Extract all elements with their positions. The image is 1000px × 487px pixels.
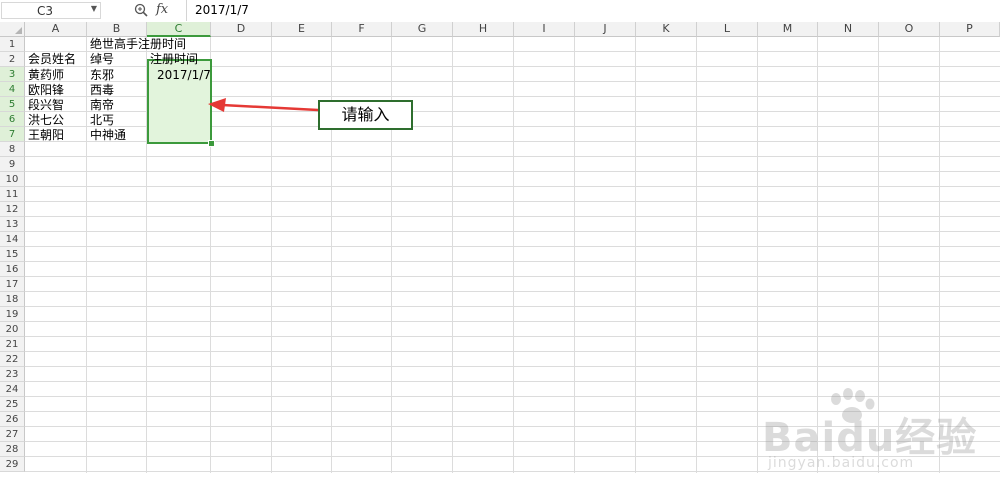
cell-b7[interactable]: 中神通 bbox=[90, 129, 126, 142]
row-header-10[interactable]: 10 bbox=[0, 172, 25, 187]
column-header-m[interactable]: M bbox=[758, 22, 818, 37]
cell-a7[interactable]: 王朝阳 bbox=[28, 129, 64, 142]
row-header-21[interactable]: 21 bbox=[0, 337, 25, 352]
row-header-24[interactable]: 24 bbox=[0, 382, 25, 397]
row-header-15[interactable]: 15 bbox=[0, 247, 25, 262]
watermark: Baidu经验 jingyan.baidu.com bbox=[762, 387, 992, 487]
row-header-14[interactable]: 14 bbox=[0, 232, 25, 247]
column-gridline bbox=[513, 37, 514, 473]
formula-input[interactable]: 2017/1/7 bbox=[186, 0, 999, 21]
column-gridline bbox=[635, 37, 636, 473]
cell-a4[interactable]: 欧阳锋 bbox=[28, 84, 64, 97]
function-icon[interactable]: fx bbox=[156, 2, 168, 17]
cell-a2[interactable]: 会员姓名 bbox=[28, 53, 76, 66]
column-header-a[interactable]: A bbox=[25, 22, 87, 37]
column-header-e[interactable]: E bbox=[272, 22, 332, 37]
column-header-l[interactable]: L bbox=[697, 22, 758, 37]
column-header-j[interactable]: J bbox=[575, 22, 636, 37]
row-header-13[interactable]: 13 bbox=[0, 217, 25, 232]
cell-b3[interactable]: 东邪 bbox=[90, 69, 114, 82]
row-header-11[interactable]: 11 bbox=[0, 187, 25, 202]
cell-reference: C3 bbox=[37, 4, 54, 18]
row-header-25[interactable]: 25 bbox=[0, 397, 25, 412]
row-header-16[interactable]: 16 bbox=[0, 262, 25, 277]
column-gridline bbox=[574, 37, 575, 473]
annotation-arrow bbox=[208, 98, 319, 112]
column-header-g[interactable]: G bbox=[392, 22, 453, 37]
column-header-c[interactable]: C bbox=[147, 22, 211, 37]
cell-c3[interactable]: 2017/1/7 bbox=[157, 69, 211, 82]
cell-b2[interactable]: 绰号 bbox=[90, 53, 114, 66]
row-header-17[interactable]: 17 bbox=[0, 277, 25, 292]
row-header-27[interactable]: 27 bbox=[0, 427, 25, 442]
row-header-8[interactable]: 8 bbox=[0, 142, 25, 157]
row-header-28[interactable]: 28 bbox=[0, 442, 25, 457]
chevron-down-icon[interactable]: ▼ bbox=[91, 4, 97, 13]
row-header-2[interactable]: 2 bbox=[0, 52, 25, 67]
cell-a6[interactable]: 洪七公 bbox=[28, 114, 64, 127]
cell-c2[interactable]: 注册时间 bbox=[150, 53, 198, 66]
row-header-23[interactable]: 23 bbox=[0, 367, 25, 382]
row-header-12[interactable]: 12 bbox=[0, 202, 25, 217]
row-header-22[interactable]: 22 bbox=[0, 352, 25, 367]
cell-a3[interactable]: 黄药师 bbox=[28, 69, 64, 82]
column-header-p[interactable]: P bbox=[940, 22, 1000, 37]
column-header-h[interactable]: H bbox=[453, 22, 514, 37]
name-box[interactable]: C3 ▼ bbox=[1, 2, 101, 19]
row-header-4[interactable]: 4 bbox=[0, 82, 25, 97]
column-gridline bbox=[86, 37, 87, 473]
callout-box: 请输入 bbox=[318, 100, 413, 130]
column-gridline bbox=[696, 37, 697, 473]
row-header-19[interactable]: 19 bbox=[0, 307, 25, 322]
select-all-corner[interactable] bbox=[0, 22, 25, 37]
cell-b6[interactable]: 北丐 bbox=[90, 114, 114, 127]
zoom-icon[interactable] bbox=[134, 3, 148, 17]
column-header-n[interactable]: N bbox=[818, 22, 879, 37]
cell-b5[interactable]: 南帝 bbox=[90, 99, 114, 112]
formula-bar: C3 ▼ fx 2017/1/7 bbox=[0, 0, 1000, 23]
cell-b4[interactable]: 西毒 bbox=[90, 84, 114, 97]
cell-a5[interactable]: 段兴智 bbox=[28, 99, 64, 112]
column-header-k[interactable]: K bbox=[636, 22, 697, 37]
spreadsheet-grid[interactable]: ABCDEFGHIJKLMNOP 1 2 3 4 5 6 7 8 9 10 11 12 13 14 15 16… bbox=[0, 22, 1000, 473]
column-header-o[interactable]: O bbox=[879, 22, 940, 37]
row-header-7[interactable]: 7 bbox=[0, 127, 25, 142]
row-header-18[interactable]: 18 bbox=[0, 292, 25, 307]
column-header-f[interactable]: F bbox=[332, 22, 392, 37]
column-header-b[interactable]: B bbox=[87, 22, 147, 37]
row-header-1[interactable]: 1 bbox=[0, 37, 25, 52]
cell-b1[interactable]: 绝世高手注册时间 bbox=[90, 38, 186, 51]
row-header-6[interactable]: 6 bbox=[0, 112, 25, 127]
row-header-3[interactable]: 3 bbox=[0, 67, 25, 82]
column-header-d[interactable]: D bbox=[211, 22, 272, 37]
column-gridline bbox=[757, 37, 758, 473]
row-header-9[interactable]: 9 bbox=[0, 157, 25, 172]
column-gridline bbox=[452, 37, 453, 473]
row-header-29[interactable]: 29 bbox=[0, 457, 25, 472]
column-header-i[interactable]: I bbox=[514, 22, 575, 37]
row-header-20[interactable]: 20 bbox=[0, 322, 25, 337]
row-header-26[interactable]: 26 bbox=[0, 412, 25, 427]
watermark-domain: jingyan.baidu.com bbox=[768, 455, 915, 471]
row-header-5[interactable]: 5 bbox=[0, 97, 25, 112]
formula-value: 2017/1/7 bbox=[195, 3, 249, 17]
fill-handle[interactable] bbox=[208, 140, 215, 147]
